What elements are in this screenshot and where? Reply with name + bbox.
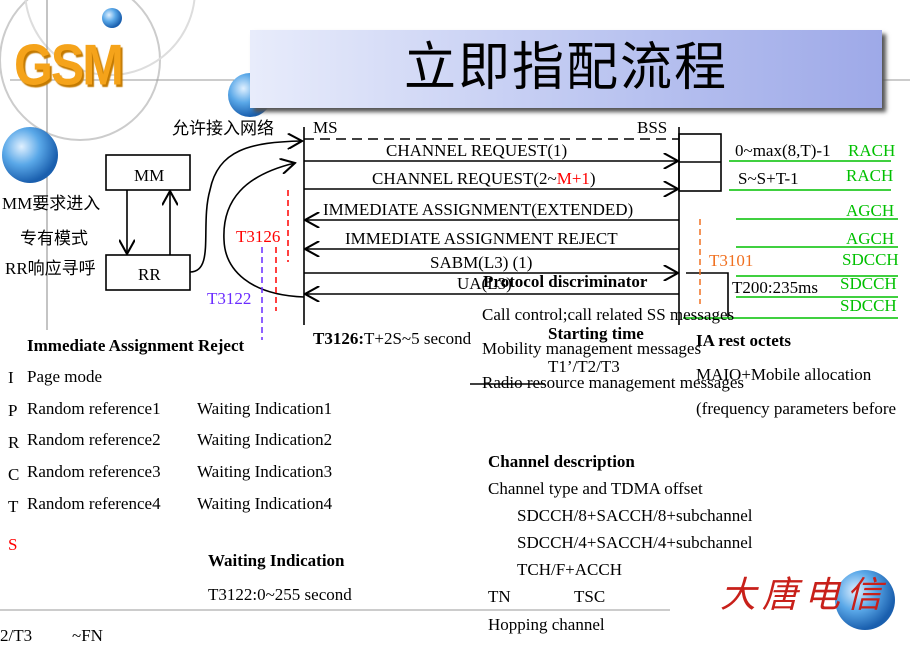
ms-label: MS [313, 118, 338, 137]
starting-time-heading: Starting time [548, 324, 644, 343]
mm-box: MM [134, 166, 165, 185]
random-reference: Random reference3 [27, 462, 161, 481]
t3126-label: T3126 [236, 227, 281, 246]
channel-type: SDCCH/4+SACCH/4+subchannel [517, 533, 753, 552]
waiting-indication-value: T3122:0~255 second [208, 585, 352, 604]
message-channel-request-1: CHANNEL REQUEST(1) [386, 141, 568, 160]
ia-rest-item: (frequency parameters before [696, 399, 897, 418]
starting-time-value: T1’/T2/T3 [548, 357, 620, 376]
channel-label: RACH [846, 166, 894, 185]
t3126-note: T+2S~5 second [364, 329, 472, 348]
clipped-text: ~FN [72, 626, 103, 645]
dedicated-mode-label: 专有模式 [20, 229, 88, 248]
ia-rest-heading: IA rest octets [696, 331, 792, 350]
rach-range-2: S~S+T-1 [738, 169, 799, 188]
channel-label: SDCCH [842, 250, 899, 269]
mm-request-label: MM要求进入 [2, 194, 101, 213]
waiting-indication: Waiting Indication1 [197, 399, 333, 418]
channel-type: SDCCH/8+SACCH/8+subchannel [517, 506, 753, 525]
message-channel-request-2: CHANNEL REQUEST(2~M+1) [372, 169, 596, 188]
ia-rest-item: MAIO+Mobile allocation [696, 365, 872, 384]
tn-label: TN [488, 587, 511, 606]
protocol-heading: Protocol discriminator [483, 272, 648, 291]
waiting-indication-heading: Waiting Indication [208, 551, 345, 570]
reject-letter: P [8, 401, 18, 420]
sphere-icon [2, 127, 58, 183]
message-immediate-assignment-reject: IMMEDIATE ASSIGNMENT REJECT [345, 229, 618, 248]
rr-box: RR [138, 265, 161, 284]
waiting-indication: Waiting Indication2 [197, 430, 333, 449]
channel-label: AGCH [846, 201, 895, 220]
reject-heading: Immediate Assignment Reject [27, 336, 245, 355]
waiting-indication: Waiting Indication3 [197, 462, 333, 481]
message-immediate-assignment: IMMEDIATE ASSIGNMENT(EXTENDED) [323, 200, 634, 219]
title-banner: 立即指配流程 [250, 30, 882, 108]
reject-letter: R [8, 433, 20, 452]
hopping-channel: Hopping channel [488, 615, 605, 634]
reject-letter: T [8, 497, 19, 516]
sphere-icon [102, 8, 122, 28]
channel-label: SDCCH [840, 274, 897, 293]
bss-label: BSS [637, 118, 668, 137]
protocol-item: Call control;call related SS messages [482, 305, 735, 324]
page-title: 立即指配流程 [403, 40, 728, 97]
reject-letter: C [8, 465, 20, 484]
waiting-indication: Waiting Indication4 [197, 494, 333, 513]
gsm-logo: GSM [14, 32, 124, 98]
t3126-note-label: T3126: [313, 329, 364, 348]
channel-label: SDCCH [840, 296, 897, 315]
reject-letter: S [8, 535, 18, 554]
rr-paging-label: RR响应寻呼 [5, 259, 96, 278]
tsc-label: TSC [574, 587, 606, 606]
reject-letter: I [8, 368, 14, 387]
page-mode: Page mode [27, 367, 103, 386]
rach-range-1: 0~max(8,T)-1 [735, 141, 831, 160]
random-reference: Random reference4 [27, 494, 161, 513]
allow-access-label: 允许接入网络 [172, 119, 274, 138]
channel-description-heading: Channel description [488, 452, 635, 471]
t3122-label: T3122 [207, 289, 252, 308]
channel-type-heading: Channel type and TDMA offset [488, 479, 703, 498]
t200-label: T200:235ms [732, 278, 818, 297]
random-reference: Random reference2 [27, 430, 161, 449]
t3101-label: T3101 [709, 251, 754, 270]
channel-label: RACH [848, 141, 896, 160]
company-logo: 大唐电信 [720, 575, 889, 616]
channel-type: TCH/F+ACCH [517, 560, 622, 579]
channel-label: AGCH [846, 229, 895, 248]
clipped-text: 2/T3 [0, 626, 33, 645]
random-reference: Random reference1 [27, 399, 161, 418]
message-sabm: SABM(L3) (1) [430, 253, 533, 272]
